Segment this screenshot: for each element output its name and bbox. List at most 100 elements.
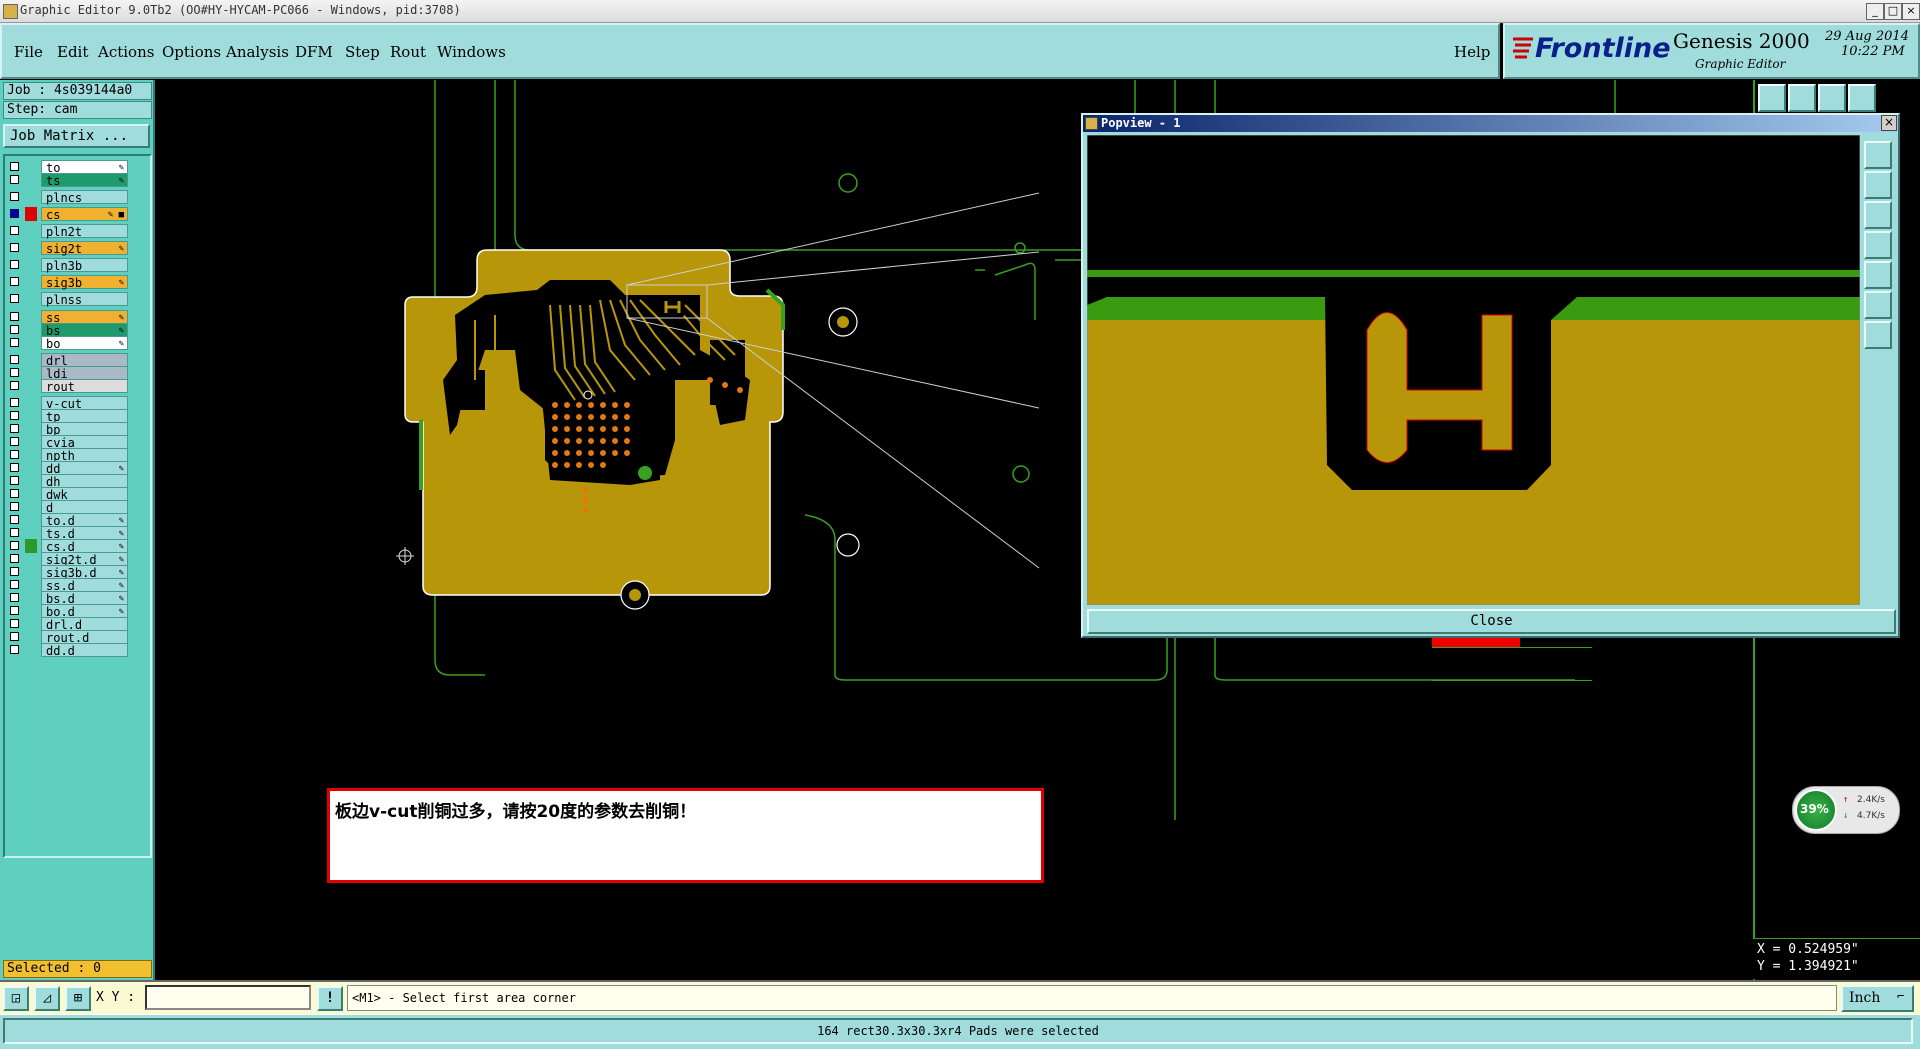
- menu-file[interactable]: File: [14, 43, 43, 61]
- layer-row-npth[interactable]: npth: [5, 448, 149, 463]
- layer-row-dd[interactable]: dd ✎: [5, 461, 149, 476]
- layer-row-to-d[interactable]: to.d ✎: [5, 513, 149, 528]
- layer-name[interactable]: drl.d: [41, 617, 128, 632]
- layer-row-plnss[interactable]: plnss: [5, 292, 149, 307]
- layer-row-tp[interactable]: tp: [5, 409, 149, 424]
- tool-window-icon[interactable]: [1848, 84, 1876, 112]
- layer-row-bs[interactable]: bs ✎: [5, 323, 149, 338]
- layer-row-ts[interactable]: ts ✎: [5, 173, 149, 188]
- menu-edit[interactable]: Edit: [57, 43, 88, 61]
- layer-name[interactable]: dwk: [41, 487, 128, 502]
- layer-checkbox[interactable]: [10, 632, 19, 641]
- layer-checkbox[interactable]: [10, 192, 19, 201]
- layer-checkbox[interactable]: [10, 502, 19, 511]
- layer-name[interactable]: ldi: [41, 366, 128, 381]
- menu-options[interactable]: Options: [162, 43, 221, 61]
- layer-row-bs-d[interactable]: bs.d ✎: [5, 591, 149, 606]
- popview-close-x[interactable]: ×: [1881, 115, 1897, 131]
- menu-analysis[interactable]: Analysis: [226, 43, 289, 61]
- layer-row-sig3b[interactable]: sig3b ✎: [5, 275, 149, 290]
- layer-checkbox[interactable]: [10, 528, 19, 537]
- layer-row-rout-d[interactable]: rout.d: [5, 630, 149, 645]
- layer-name[interactable]: rout.d: [41, 630, 128, 645]
- layer-name[interactable]: ts.d ✎: [41, 526, 128, 541]
- menu-actions[interactable]: Actions: [98, 43, 154, 61]
- popview-titlebar[interactable]: Popview - 1 ×: [1083, 115, 1898, 132]
- layer-name[interactable]: v-cut: [41, 396, 128, 411]
- layer-row-rout[interactable]: rout: [5, 379, 149, 394]
- close-window-button[interactable]: ×: [1902, 3, 1920, 20]
- popview-pan-left-icon[interactable]: [1864, 231, 1892, 259]
- layer-checkbox[interactable]: [10, 463, 19, 472]
- tool-home-icon[interactable]: [1818, 84, 1846, 112]
- layer-row-pln3b[interactable]: pln3b: [5, 258, 149, 273]
- layer-row-sig3b-d[interactable]: sig3b.d ✎: [5, 565, 149, 580]
- layer-row-plncs[interactable]: plncs: [5, 190, 149, 205]
- layer-name[interactable]: bo ✎: [41, 336, 128, 351]
- layer-name[interactable]: pln2t: [41, 224, 128, 239]
- layer-name[interactable]: plnss: [41, 292, 128, 307]
- layer-checkbox[interactable]: [10, 619, 19, 628]
- layer-checkbox[interactable]: [10, 515, 19, 524]
- layer-row-drl[interactable]: drl: [5, 353, 149, 368]
- menu-dfm[interactable]: DFM: [295, 43, 333, 61]
- layer-row-ss-d[interactable]: ss.d ✎: [5, 578, 149, 593]
- layer-checkbox[interactable]: [10, 226, 19, 235]
- layer-name[interactable]: dh: [41, 474, 128, 489]
- layer-row-cs[interactable]: cs ✎ ■: [5, 207, 149, 222]
- layer-checkbox[interactable]: [10, 437, 19, 446]
- layer-row-d[interactable]: d: [5, 500, 149, 515]
- layer-checkbox[interactable]: [10, 355, 19, 364]
- layer-checkbox[interactable]: [10, 411, 19, 420]
- layer-row-bp[interactable]: bp: [5, 422, 149, 437]
- layer-checkbox[interactable]: [10, 277, 19, 286]
- layer-name[interactable]: bs.d ✎: [41, 591, 128, 606]
- layer-checkbox[interactable]: [10, 325, 19, 334]
- menu-rout[interactable]: Rout: [390, 43, 426, 61]
- popview-center-icon[interactable]: [1864, 321, 1892, 349]
- layer-name[interactable]: ts ✎: [41, 173, 128, 188]
- grid-tool-icon[interactable]: ⊞: [65, 986, 91, 1011]
- layer-row-cvia[interactable]: cvia: [5, 435, 149, 450]
- layer-name[interactable]: rout: [41, 379, 128, 394]
- measure-tool-icon[interactable]: ◿: [34, 986, 60, 1011]
- maximize-button[interactable]: □: [1884, 3, 1902, 20]
- layer-checkbox[interactable]: [10, 294, 19, 303]
- layer-name[interactable]: dd ✎: [41, 461, 128, 476]
- layer-row-sig2t-d[interactable]: sig2t.d ✎: [5, 552, 149, 567]
- layer-row-cs-d[interactable]: cs.d ✎: [5, 539, 149, 554]
- layer-checkbox[interactable]: [10, 424, 19, 433]
- layer-name[interactable]: sig2t ✎: [41, 241, 128, 256]
- layer-row-ldi[interactable]: ldi: [5, 366, 149, 381]
- popview-zoom-icon[interactable]: [1864, 141, 1892, 169]
- layer-row-dwk[interactable]: dwk: [5, 487, 149, 502]
- xy-input[interactable]: [145, 985, 311, 1010]
- layer-row-ts-d[interactable]: ts.d ✎: [5, 526, 149, 541]
- layer-checkbox[interactable]: [10, 368, 19, 377]
- units-selector[interactable]: Inch ⌐: [1841, 985, 1914, 1012]
- layer-name[interactable]: ss.d ✎: [41, 578, 128, 593]
- layer-name[interactable]: cvia: [41, 435, 128, 450]
- alert-button[interactable]: !: [317, 986, 343, 1011]
- layer-name[interactable]: plncs: [41, 190, 128, 205]
- layer-checkbox[interactable]: [10, 260, 19, 269]
- layer-row-bo[interactable]: bo ✎: [5, 336, 149, 351]
- layer-checkbox[interactable]: [10, 209, 19, 218]
- layer-row-bo-d[interactable]: bo.d ✎: [5, 604, 149, 619]
- popview-pan-up-icon[interactable]: [1864, 171, 1892, 199]
- popview-fit-icon[interactable]: [1864, 291, 1892, 319]
- layer-name[interactable]: sig2t.d ✎: [41, 552, 128, 567]
- layer-checkbox[interactable]: [10, 554, 19, 563]
- layer-row-pln2t[interactable]: pln2t: [5, 224, 149, 239]
- layer-checkbox[interactable]: [10, 162, 19, 171]
- layer-row-v-cut[interactable]: v-cut: [5, 396, 149, 411]
- layer-name[interactable]: to ✎: [41, 160, 128, 175]
- layer-name[interactable]: bo.d ✎: [41, 604, 128, 619]
- layer-checkbox[interactable]: [10, 243, 19, 252]
- layer-name[interactable]: bs ✎: [41, 323, 128, 338]
- menu-step[interactable]: Step: [345, 43, 380, 61]
- layer-name[interactable]: tp: [41, 409, 128, 424]
- tool-import-icon[interactable]: [1758, 84, 1786, 112]
- layer-name[interactable]: d: [41, 500, 128, 515]
- layer-name[interactable]: dd.d: [41, 643, 128, 658]
